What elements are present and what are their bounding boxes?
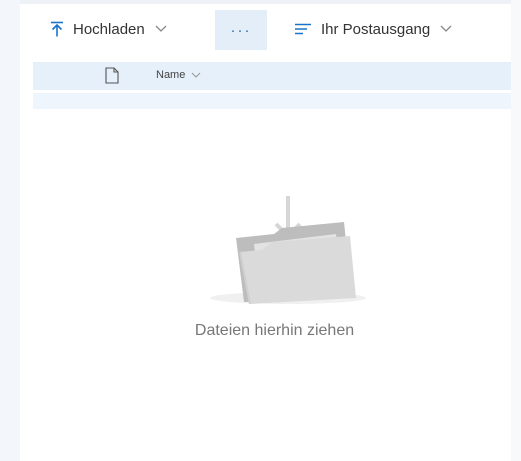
folder-drop-icon xyxy=(196,190,366,310)
column-name-label: Name xyxy=(156,69,186,81)
upload-button[interactable]: Hochladen xyxy=(50,12,167,46)
command-bar: Hochladen ··· Ihr Postausgang xyxy=(28,6,508,52)
upload-label: Hochladen xyxy=(73,20,145,38)
chevron-down-icon xyxy=(191,72,201,78)
more-options-button[interactable]: ··· xyxy=(215,10,267,50)
sort-lines-icon xyxy=(294,23,312,35)
ellipsis-icon: ··· xyxy=(230,21,252,39)
column-header-name[interactable]: Name xyxy=(156,69,201,81)
list-subheader xyxy=(33,93,511,109)
chevron-down-icon xyxy=(155,25,167,33)
left-strip xyxy=(0,0,20,461)
outbox-label: Ihr Postausgang xyxy=(321,20,431,38)
list-header: Name xyxy=(33,62,511,90)
file-icon[interactable] xyxy=(105,67,119,84)
empty-state-message: Dateien hierhin ziehen xyxy=(194,322,355,339)
upload-icon xyxy=(50,21,64,37)
top-border xyxy=(20,0,511,4)
outbox-view-button[interactable]: Ihr Postausgang xyxy=(294,12,452,46)
chevron-down-icon xyxy=(440,25,452,33)
right-strip xyxy=(511,0,521,461)
